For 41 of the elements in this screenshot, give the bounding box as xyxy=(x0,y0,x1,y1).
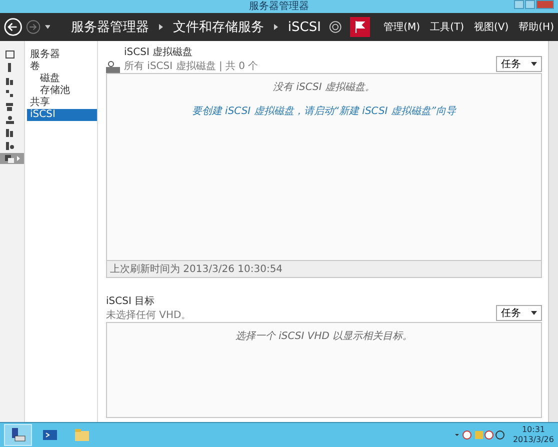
window-title: 服务器管理器 xyxy=(249,2,309,12)
breadcrumb-item[interactable]: 文件和存储服务 xyxy=(172,18,264,36)
caret-icon[interactable] xyxy=(44,25,50,29)
folder-icon xyxy=(74,428,90,442)
nav-item[interactable]: 磁盘 xyxy=(27,73,97,85)
nav-item[interactable]: 服务器 xyxy=(27,49,97,61)
back-icon[interactable] xyxy=(4,17,22,37)
scrollbar[interactable] xyxy=(548,41,558,422)
tasks-dropdown[interactable]: 任务 xyxy=(496,56,542,72)
menu-item[interactable]: 帮助(H) xyxy=(518,20,554,34)
disk-icon xyxy=(106,61,120,73)
sidebar-icon[interactable] xyxy=(0,153,24,164)
menu-item[interactable]: 工具(T) xyxy=(430,20,464,34)
refresh-status: 上次刷新时间为 2013/3/26 10:30:54 xyxy=(106,261,542,278)
breadcrumb-item[interactable]: iSCSI xyxy=(288,20,321,34)
panel-title: iSCSI 虚拟磁盘 xyxy=(124,46,194,59)
taskbar-app[interactable] xyxy=(4,424,32,446)
chevron-icon xyxy=(158,24,163,30)
menu-item[interactable]: 管理(M) xyxy=(384,20,420,34)
tasks-dropdown[interactable]: 任务 xyxy=(496,305,542,322)
chevron-icon xyxy=(274,24,278,30)
caret-icon xyxy=(531,311,537,316)
clock[interactable]: 10:31 2013/3/26 xyxy=(512,425,554,445)
nav-item[interactable]: iSCSI xyxy=(27,109,97,121)
panel-subtitle: 未选择任何 VHD。 xyxy=(106,308,192,322)
caret-icon xyxy=(531,62,537,66)
wizard-link[interactable]: 要创建 iSCSI 虚拟磁盘，请启动“新建 iSCSI 虚拟磁盘”向导 xyxy=(192,104,456,118)
tray-icons[interactable] xyxy=(454,430,505,440)
server-icon xyxy=(10,428,26,442)
panel-title: iSCSI 目标 xyxy=(106,294,156,308)
breadcrumb-item[interactable]: 服务器管理器 xyxy=(70,18,149,36)
notifications-flag[interactable] xyxy=(350,17,370,37)
nav-item[interactable]: 存储池 xyxy=(27,85,97,97)
empty-message: 选择一个 iSCSI VHD 以显示相关目标。 xyxy=(235,330,413,344)
empty-message: 没有 iSCSI 虚拟磁盘。 xyxy=(273,80,375,94)
refresh-icon[interactable] xyxy=(328,20,342,34)
menu-item[interactable]: 视图(V) xyxy=(474,20,509,34)
nav-item[interactable]: 共享 xyxy=(27,97,97,109)
panel-subtitle: 所有 iSCSI 虚拟磁盘 | 共 0 个 xyxy=(124,60,260,73)
nav-item[interactable]: 卷 xyxy=(27,61,97,73)
terminal-icon xyxy=(42,428,58,442)
